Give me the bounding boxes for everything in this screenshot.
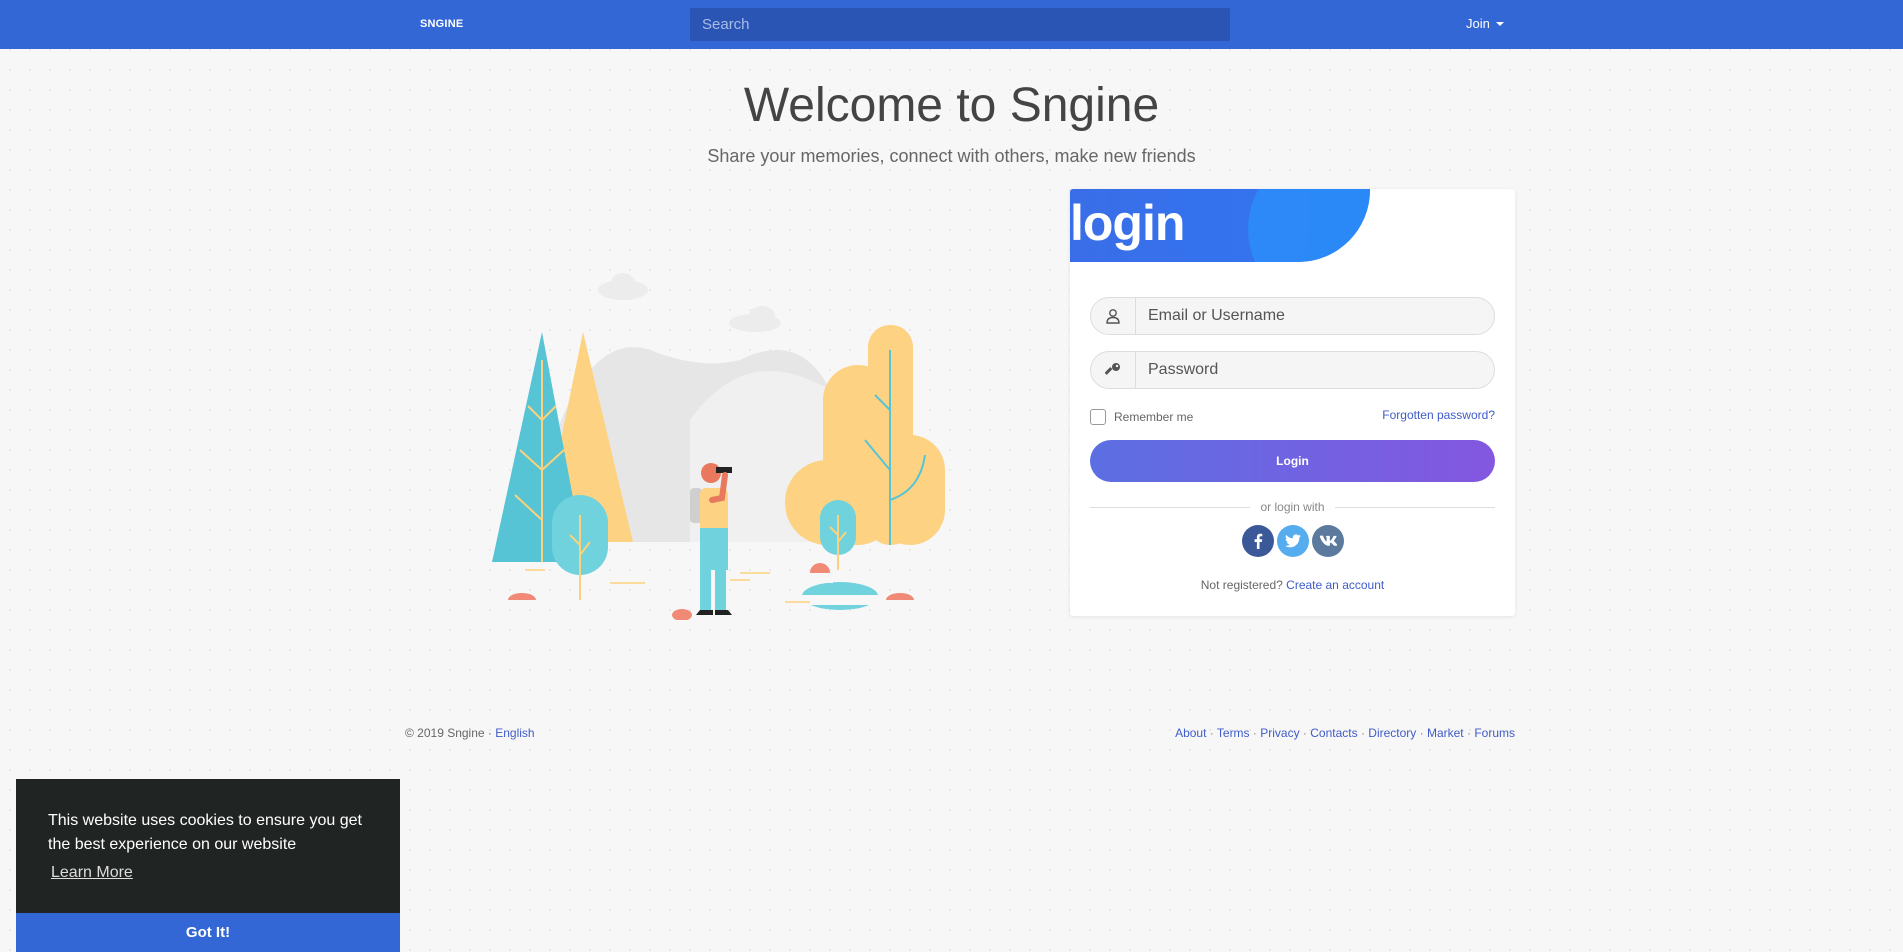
footer-link-privacy[interactable]: Privacy (1260, 726, 1299, 740)
caret-down-icon (1495, 21, 1504, 26)
copyright-text: © 2019 Sngine · (405, 726, 492, 740)
password-field[interactable] (1090, 351, 1495, 389)
cloud-icon (598, 273, 781, 332)
footer-link-directory[interactable]: Directory (1368, 726, 1416, 740)
key-icon (1091, 352, 1136, 388)
top-navbar: SNGINE Join (0, 0, 1903, 49)
create-account-link[interactable]: Create an account (1286, 578, 1384, 592)
footer-link-terms[interactable]: Terms (1217, 726, 1250, 740)
language-link[interactable]: English (495, 726, 534, 740)
username-input[interactable] (1136, 298, 1494, 334)
remember-checkbox[interactable] (1090, 409, 1106, 425)
footer-link-about[interactable]: About (1175, 726, 1206, 740)
remember-label: Remember me (1114, 410, 1194, 424)
join-label: Join (1466, 16, 1490, 31)
hero-title: Welcome to Sngine (743, 79, 1160, 132)
username-field[interactable] (1090, 297, 1495, 335)
register-prompt: Not registered? Create an account (1070, 578, 1515, 592)
learn-more-link[interactable]: Learn More (51, 864, 133, 882)
hero-subtitle: Share your memories, connect with others… (707, 146, 1196, 166)
login-card: login Remember me Forgotten password? Lo… (1070, 189, 1515, 616)
user-icon (1091, 298, 1136, 334)
vk-icon[interactable] (1311, 525, 1344, 557)
cookie-message: This website uses cookies to ensure you … (48, 812, 362, 853)
not-registered-text: Not registered? (1200, 578, 1283, 592)
facebook-icon[interactable] (1241, 525, 1274, 557)
password-input[interactable] (1136, 352, 1494, 388)
divider-line (1090, 506, 1251, 508)
login-header: login (1070, 189, 1370, 262)
social-divider: or login with (1090, 500, 1495, 514)
footer-link-forums[interactable]: Forums (1474, 726, 1515, 740)
forgot-password-link[interactable]: Forgotten password? (1382, 408, 1495, 422)
footer-links: About · Terms · Privacy · Contacts · Dir… (1175, 726, 1515, 740)
footer-copyright: © 2019 Sngine · English (405, 726, 535, 740)
header-decoration (1248, 189, 1370, 262)
login-button[interactable]: Login (1090, 440, 1495, 482)
cookie-accept-button[interactable]: Got It! (16, 913, 400, 952)
hiker-illustration (492, 273, 945, 620)
brand-logo[interactable]: SNGINE (420, 18, 463, 30)
social-login-buttons (1070, 525, 1515, 557)
divider-label: or login with (1260, 500, 1325, 514)
footer-link-market[interactable]: Market (1427, 726, 1464, 740)
cookie-banner: This website uses cookies to ensure you … (16, 779, 400, 952)
divider-line (1334, 506, 1495, 508)
search-input[interactable] (690, 8, 1230, 41)
join-dropdown[interactable]: Join (1466, 16, 1504, 31)
footer-link-contacts[interactable]: Contacts (1310, 726, 1357, 740)
remember-me[interactable]: Remember me (1090, 409, 1193, 425)
twitter-icon[interactable] (1276, 525, 1309, 557)
login-title: login (1070, 195, 1185, 251)
